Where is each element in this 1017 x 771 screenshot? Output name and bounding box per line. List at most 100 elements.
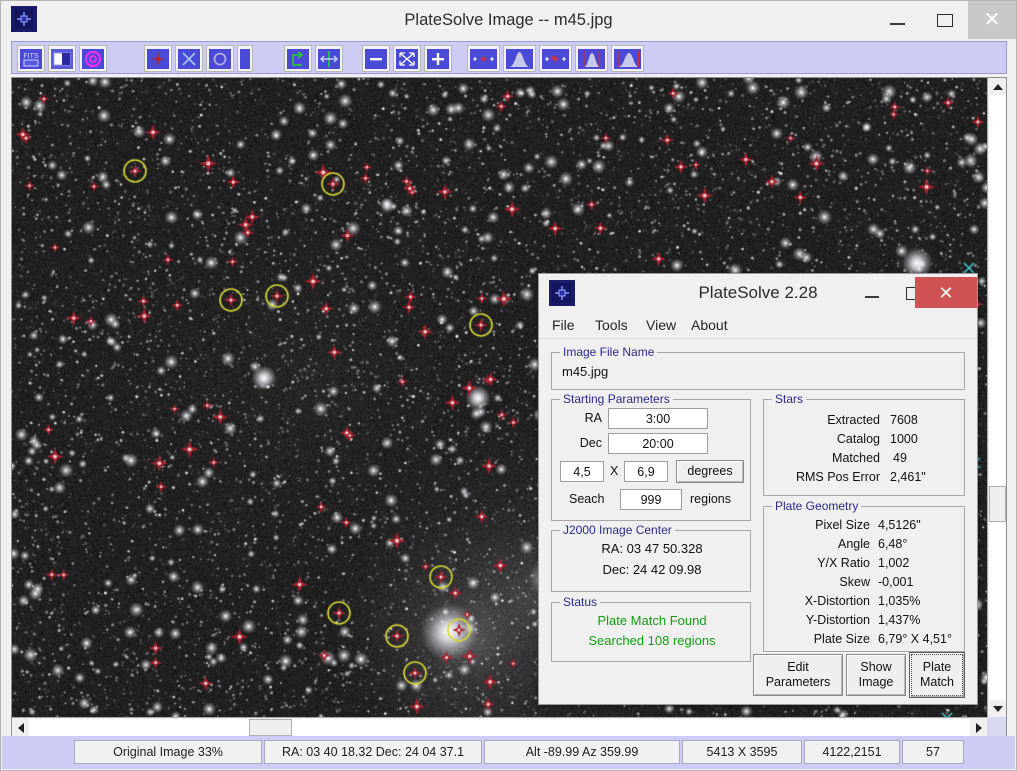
regions-label: regions bbox=[690, 492, 731, 506]
horizontal-scrollbar[interactable] bbox=[12, 717, 987, 736]
geom-label-6: Plate Size bbox=[813, 632, 870, 646]
geom-value-4: 1,035% bbox=[878, 594, 921, 608]
status-bar: Original Image 33% RA: 03 40 18.32 Dec: … bbox=[2, 736, 1015, 769]
dialog-close-icon: ✕ bbox=[938, 282, 954, 303]
image-center-dec: Dec: 24 42 09.98 bbox=[602, 562, 702, 577]
plate-match-line2: Match bbox=[919, 675, 955, 689]
coordinates-status: RA: 03 40 18.32 Dec: 24 04 37.1 bbox=[264, 740, 482, 764]
plate-geometry-legend: Plate Geometry bbox=[772, 499, 862, 513]
close-button[interactable]: ✕ bbox=[968, 1, 1016, 39]
vertical-scrollbar[interactable] bbox=[987, 78, 1006, 717]
dialog-close-button[interactable]: ✕ bbox=[915, 277, 977, 308]
histogram-button[interactable] bbox=[503, 45, 536, 72]
search-label: Seach bbox=[569, 492, 605, 506]
status-legend: Status bbox=[560, 595, 601, 609]
zoom-status: Original Image 33% bbox=[74, 740, 262, 764]
platesolve-image-window: PlateSolve Image -- m45.jpg ✕ FITS Origi… bbox=[0, 0, 1017, 771]
horizontal-scroll-thumb[interactable] bbox=[249, 719, 292, 736]
blank-button[interactable] bbox=[237, 45, 253, 72]
stars-value-0: 7608 bbox=[890, 413, 918, 427]
open-fits-button[interactable]: FITS bbox=[17, 45, 45, 72]
field-width-input[interactable]: 4,5 bbox=[560, 461, 604, 482]
dec-label: Dec bbox=[579, 436, 602, 450]
scroll-left-arrow[interactable] bbox=[12, 719, 29, 736]
stars-label-1: Catalog bbox=[836, 432, 880, 446]
stars-legend: Stars bbox=[772, 392, 807, 406]
geom-label-0: Pixel Size bbox=[815, 518, 870, 532]
starting-parameters-group: Starting Parameters RA 3:00 Dec 20:00 4,… bbox=[551, 392, 751, 521]
ra-label: RA bbox=[584, 411, 602, 425]
histogram-low-button[interactable] bbox=[575, 45, 608, 72]
field-height-input[interactable]: 6,9 bbox=[624, 461, 668, 482]
field-height-value: 6,9 bbox=[637, 464, 655, 479]
vertical-scroll-track[interactable] bbox=[989, 95, 1006, 700]
show-image-button[interactable]: Show Image bbox=[846, 654, 906, 696]
menu-view[interactable]: View bbox=[646, 312, 676, 338]
menu-file[interactable]: File bbox=[552, 312, 575, 338]
status-group: Status Plate Match Found Searched 108 re… bbox=[551, 595, 751, 662]
search-regions-input[interactable]: 999 bbox=[620, 489, 682, 510]
ra-input[interactable]: 3:00 bbox=[608, 408, 708, 429]
starting-parameters-legend: Starting Parameters bbox=[560, 392, 673, 406]
color-rings-button[interactable] bbox=[79, 45, 107, 72]
geom-value-6: 6,79° X 4,51° bbox=[878, 632, 952, 646]
geom-value-0: 4,5126" bbox=[878, 518, 921, 532]
geom-label-3: Skew bbox=[839, 575, 870, 589]
rotate-flip-button[interactable] bbox=[284, 45, 312, 72]
geom-label-2: Y/X Ratio bbox=[817, 556, 870, 570]
geom-value-2: 1,002 bbox=[878, 556, 910, 570]
stars-label-0: Extracted bbox=[827, 413, 880, 427]
image-center-legend: J2000 Image Center bbox=[560, 523, 675, 537]
search-regions-value: 999 bbox=[640, 492, 662, 507]
stars-label-2: Matched bbox=[832, 451, 880, 465]
scroll-up-arrow[interactable] bbox=[989, 78, 1006, 95]
vertical-scroll-thumb[interactable] bbox=[989, 486, 1006, 522]
image-center-group: J2000 Image Center RA: 03 47 50.328 Dec:… bbox=[551, 523, 751, 592]
dec-value: 20:00 bbox=[642, 436, 674, 451]
horizontal-scroll-track[interactable] bbox=[29, 719, 970, 736]
circle-marker-button[interactable] bbox=[206, 45, 234, 72]
stars-group: Stars Extracted 7608 Catalog 1000 Matche… bbox=[763, 392, 965, 496]
stars-left-button[interactable] bbox=[467, 45, 500, 72]
pixel-position-status: 4122,2151 bbox=[804, 740, 900, 764]
minimize-button[interactable] bbox=[874, 1, 921, 39]
cross-marker-button[interactable] bbox=[175, 45, 203, 72]
star-marker-button[interactable] bbox=[144, 45, 172, 72]
stars-value-3: 2,461" bbox=[890, 470, 926, 484]
zoom-in-button[interactable] bbox=[424, 45, 452, 72]
plate-match-button[interactable]: Plate Match bbox=[909, 652, 965, 698]
maximize-button[interactable] bbox=[921, 1, 968, 39]
dialog-minimize-button[interactable] bbox=[851, 274, 893, 312]
scroll-right-arrow[interactable] bbox=[970, 719, 987, 736]
menu-about[interactable]: About bbox=[691, 312, 728, 338]
stars-right-button[interactable] bbox=[539, 45, 572, 72]
degrees-label: degrees bbox=[687, 464, 733, 478]
window-title: PlateSolve Image -- m45.jpg bbox=[404, 11, 613, 29]
menu-tools[interactable]: Tools bbox=[595, 312, 628, 338]
toolbar-group-zoom bbox=[362, 44, 455, 73]
flip-horizontal-button[interactable] bbox=[315, 45, 343, 72]
dialog-menubar: File Tools View About bbox=[539, 312, 977, 339]
zoom-out-button[interactable] bbox=[362, 45, 390, 72]
histogram-high-button[interactable] bbox=[611, 45, 644, 72]
geom-label-5: Y-Distortion bbox=[805, 613, 870, 627]
status-line-1: Plate Match Found bbox=[597, 613, 707, 628]
show-image-line1: Show bbox=[860, 660, 892, 674]
stars-label-3: RMS Pos Error bbox=[795, 470, 880, 484]
main-titlebar: PlateSolve Image -- m45.jpg ✕ bbox=[1, 1, 1016, 39]
dec-input[interactable]: 20:00 bbox=[608, 433, 708, 454]
geom-value-1: 6,48° bbox=[878, 537, 908, 551]
geom-label-1: Angle bbox=[838, 537, 870, 551]
toolbar-group-orientation bbox=[284, 44, 346, 73]
edit-parameters-line1: Edit bbox=[787, 660, 809, 674]
close-icon: ✕ bbox=[983, 9, 1001, 31]
show-image-line2: Image bbox=[858, 675, 894, 689]
pixel-value-status: 57 bbox=[902, 740, 964, 764]
image-file-name-legend: Image File Name bbox=[560, 345, 658, 359]
scroll-down-arrow[interactable] bbox=[989, 700, 1006, 717]
contrast-button[interactable] bbox=[48, 45, 76, 72]
edit-parameters-button[interactable]: Edit Parameters bbox=[753, 654, 843, 696]
image-file-name-value: m45.jpg bbox=[562, 364, 609, 379]
degrees-button[interactable]: degrees bbox=[676, 460, 744, 483]
zoom-fit-button[interactable] bbox=[393, 45, 421, 72]
